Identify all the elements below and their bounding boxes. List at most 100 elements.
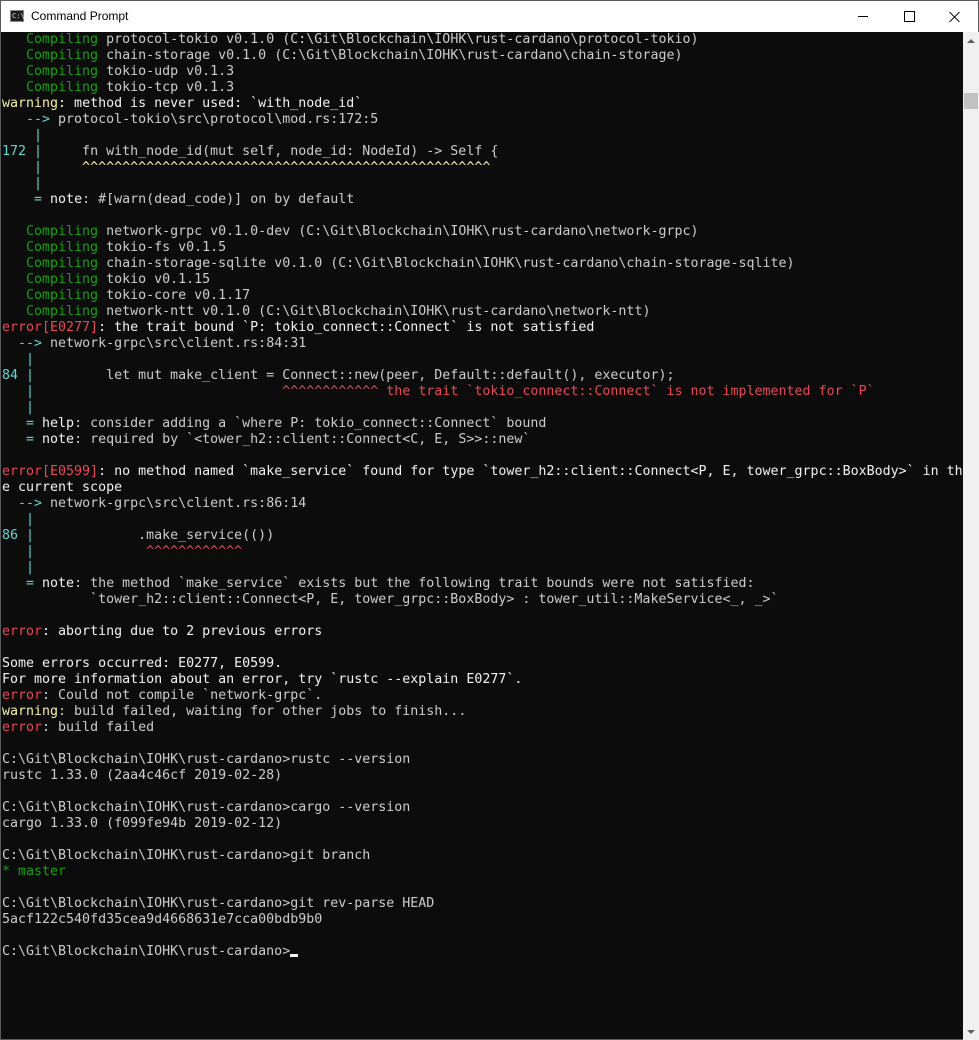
console-text-segment: : Could not compile `network-grpc`. — [42, 688, 323, 703]
console-line: = note: the method `make_service` exists… — [2, 576, 962, 592]
console-text-segment: tokio-tcp v0.1.3 — [98, 80, 235, 95]
console-text-segment: C:\Git\Blockchain\IOHK\rust-cardano>carg… — [2, 800, 411, 815]
console-text-segment: For more information about an error, try… — [2, 672, 523, 687]
console-line: rustc 1.33.0 (2aa4c46cf 2019-02-28) — [2, 768, 962, 784]
console-text-segment: network-grpc v0.1.0-dev (C:\Git\Blockcha… — [98, 224, 699, 239]
console-line: --> network-grpc\src\client.rs:86:14 — [2, 496, 962, 512]
console-text-segment: * master — [2, 864, 67, 879]
scroll-up-button[interactable] — [963, 32, 979, 49]
console-text-segment: C:\Git\Blockchain\IOHK\rust-cardano>git … — [2, 896, 435, 911]
console-line: Compiling chain-storage v0.1.0 (C:\Git\B… — [2, 48, 962, 64]
console-line: 5acf122c540fd35cea9d4668631e7cca00bdb9b0 — [2, 912, 962, 928]
console-text-segment: C:\Git\Blockchain\IOHK\rust-cardano> — [2, 944, 291, 959]
console-line: --> network-grpc\src\client.rs:84:31 — [2, 336, 962, 352]
console-text-segment: protocol-tokio\src\protocol\mod.rs:172:5 — [58, 112, 379, 127]
close-button[interactable] — [932, 1, 978, 32]
console-text-segment: `tower_h2::client::Connect<P, E, tower_g… — [2, 592, 779, 607]
console-line: | — [2, 560, 962, 576]
console-text-segment: : #[warn(dead_code)] on by default — [82, 192, 355, 207]
console-text-segment: --> — [2, 496, 51, 511]
console-text-segment: fn with_node_id(mut self, node_id: NodeI… — [42, 144, 499, 159]
console-text-segment: tokio-fs v0.1.5 — [98, 240, 227, 255]
console-line: warning: method is never used: `with_nod… — [2, 96, 962, 112]
console-line: = note: #[warn(dead_code)] on by default — [2, 192, 962, 208]
console-line: cargo 1.33.0 (f099fe94b 2019-02-12) — [2, 816, 962, 832]
text-cursor — [290, 954, 299, 957]
console-text-segment: note — [50, 192, 83, 207]
console-text-segment: : consider adding a `where P: tokio_conn… — [74, 416, 547, 431]
maximize-icon — [903, 11, 915, 22]
console-text-segment: ^^^^^^^^^^^^ the trait `tokio_connect::C… — [34, 384, 875, 399]
console-text-segment: = — [2, 416, 43, 431]
console-text-segment: : aborting due to 2 previous errors — [42, 624, 323, 639]
console-text-segment: --> — [2, 112, 59, 127]
console-line: C:\Git\Blockchain\IOHK\rust-cardano>rust… — [2, 752, 962, 768]
vertical-scrollbar[interactable] — [963, 32, 979, 1040]
console-text-segment: warning — [2, 96, 59, 111]
minimize-button[interactable] — [840, 1, 886, 32]
console-line: * master — [2, 864, 962, 880]
arrow-down-icon — [967, 1029, 975, 1034]
minimize-icon — [858, 16, 868, 17]
window-title: Command Prompt — [31, 9, 129, 23]
console-text-segment: tokio-core v0.1.17 — [98, 288, 251, 303]
scroll-down-button[interactable] — [963, 1023, 979, 1040]
console-text-segment: : build failed, waiting for other jobs t… — [58, 704, 467, 719]
console-line: Compiling chain-storage-sqlite v0.1.0 (C… — [2, 256, 962, 272]
command-prompt-icon[interactable]: C:\ — [10, 10, 25, 22]
console-text-segment: | — [2, 176, 43, 191]
title-bar[interactable]: C:\ Command Prompt — [1, 1, 978, 32]
console-line: | ^^^^^^^^^^^^ the trait `tokio_connect:… — [2, 384, 962, 400]
console-text-segment: : build failed — [42, 720, 155, 735]
console-text-segment: note — [42, 576, 75, 591]
console-line: = note: required by `<tower_h2::client::… — [2, 432, 962, 448]
console-text-segment: ^^^^^^^^^^^^ — [34, 544, 243, 559]
command-prompt-window: C:\ Command Prompt Compiling protocol-to… — [0, 0, 979, 1040]
console-text-segment: 5acf122c540fd35cea9d4668631e7cca00bdb9b0 — [2, 912, 323, 927]
console-text-segment: tokio-udp v0.1.3 — [98, 64, 235, 79]
close-icon — [949, 11, 961, 23]
console-line: For more information about an error, try… — [2, 672, 962, 688]
console-text-segment: : method is never used: `with_node_id` — [58, 96, 363, 111]
console-text-segment: chain-storage v0.1.0 (C:\Git\Blockchain\… — [98, 48, 683, 63]
console-text-segment: Compiling — [2, 64, 99, 79]
console-line: C:\Git\Blockchain\IOHK\rust-cardano>carg… — [2, 800, 962, 816]
console-output[interactable]: Compiling protocol-tokio v0.1.0 (C:\Git\… — [2, 32, 962, 1039]
console-text-segment: error — [2, 720, 43, 735]
console-text-segment: Compiling — [2, 224, 99, 239]
console-line: error[E0277]: the trait bound `P: tokio_… — [2, 320, 962, 336]
console-line: Compiling tokio-core v0.1.17 — [2, 288, 962, 304]
console-text-segment: 86 | — [2, 528, 35, 543]
console-text-segment: | — [2, 512, 35, 527]
console-text-segment: Compiling — [2, 288, 99, 303]
console-line: Compiling tokio-tcp v0.1.3 — [2, 80, 962, 96]
console-text-segment: | — [2, 544, 35, 559]
console-line: | — [2, 512, 962, 528]
scrollbar-thumb[interactable] — [964, 93, 978, 109]
console-text-segment: error[E0277] — [2, 320, 99, 335]
console-line: 86 | .make_service(()) — [2, 528, 962, 544]
console-line: = help: consider adding a `where P: toki… — [2, 416, 962, 432]
console-text-segment: warning — [2, 704, 59, 719]
console-line: | — [2, 176, 962, 192]
console-text-segment: C:\Git\Blockchain\IOHK\rust-cardano>git … — [2, 848, 371, 863]
console-text-segment: Compiling — [2, 32, 99, 47]
console-text-segment: let mut make_client = Connect::new(peer,… — [34, 368, 675, 383]
console-text-segment: e current scope — [2, 480, 123, 495]
console-text-segment: error — [2, 624, 43, 639]
console-text-segment: 172 | — [2, 144, 43, 159]
console-text-segment: | — [2, 352, 35, 367]
console-line: | ^^^^^^^^^^^^^^^^^^^^^^^^^^^^^^^^^^^^^^… — [2, 160, 962, 176]
console-text-segment: protocol-tokio v0.1.0 (C:\Git\Blockchain… — [98, 32, 699, 47]
console-line: 172 | fn with_node_id(mut self, node_id:… — [2, 144, 962, 160]
console-line: error[E0599]: no method named `make_serv… — [2, 464, 962, 480]
console-line: error: Could not compile `network-grpc`. — [2, 688, 962, 704]
console-text-segment: Compiling — [2, 304, 99, 319]
console-text-segment: | — [2, 400, 35, 415]
maximize-button[interactable] — [886, 1, 932, 32]
console-text-segment: | — [2, 560, 35, 575]
